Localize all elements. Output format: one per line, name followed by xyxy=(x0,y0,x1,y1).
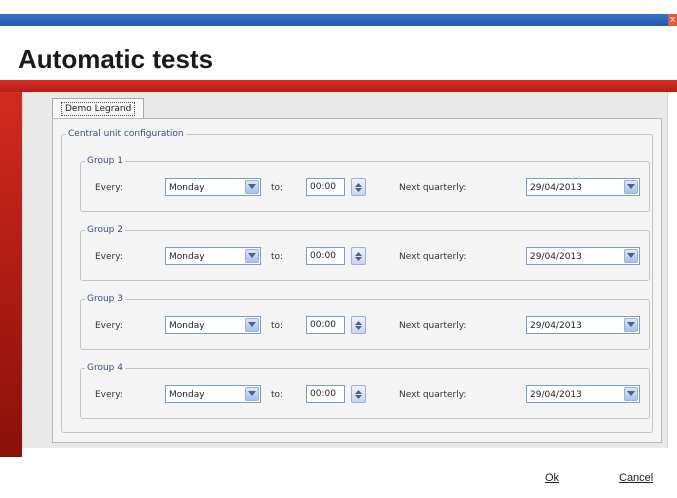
time-spinner[interactable]: 00:00 xyxy=(306,316,366,334)
time-value[interactable]: 00:00 xyxy=(306,247,345,265)
time-value[interactable]: 00:00 xyxy=(306,385,345,403)
chevron-down-icon[interactable] xyxy=(624,249,638,263)
spin-arrows-icon[interactable] xyxy=(351,385,366,403)
central-unit-configuration: Central unit configuration Group 1 Every… xyxy=(61,129,653,433)
spin-arrows-icon[interactable] xyxy=(351,316,366,334)
date-value: 29/04/2013 xyxy=(530,252,582,262)
chevron-down-icon[interactable] xyxy=(624,318,638,332)
day-value: Monday xyxy=(169,183,205,193)
date-value: 29/04/2013 xyxy=(530,390,582,400)
date-value: 29/04/2013 xyxy=(530,183,582,193)
group-3-frame: Group 3 Every: Monday to: 00:00 Next qua… xyxy=(80,294,650,350)
header-accent-band xyxy=(0,80,677,92)
side-accent-band xyxy=(0,92,22,457)
central-unit-legend: Central unit configuration xyxy=(68,129,184,139)
group-1-frame: Group 1 Every: Monday to: 00:00 Next qua… xyxy=(80,156,650,212)
date-select[interactable]: 29/04/2013 xyxy=(526,178,640,196)
group-legend: Group 2 xyxy=(87,225,123,235)
to-label: to: xyxy=(271,183,284,193)
tab-label: Demo Legrand xyxy=(61,102,136,116)
date-value: 29/04/2013 xyxy=(530,321,582,331)
to-label: to: xyxy=(271,390,284,400)
day-value: Monday xyxy=(169,321,205,331)
chevron-down-icon[interactable] xyxy=(245,318,259,332)
ok-button[interactable]: Ok xyxy=(545,472,559,484)
spin-arrows-icon[interactable] xyxy=(351,178,366,196)
to-label: to: xyxy=(271,321,284,331)
every-label: Every: xyxy=(95,183,123,193)
every-label: Every: xyxy=(95,321,123,331)
window-close-button[interactable]: x xyxy=(668,14,677,26)
time-value[interactable]: 00:00 xyxy=(306,316,345,334)
chevron-down-icon[interactable] xyxy=(624,180,638,194)
page-title: Automatic tests xyxy=(18,44,214,74)
day-select[interactable]: Monday xyxy=(165,247,261,265)
tab-panel: Central unit configuration Group 1 Every… xyxy=(52,118,662,443)
next-quarterly-label: Next quarterly: xyxy=(399,390,467,400)
group-legend: Group 4 xyxy=(87,363,123,373)
chevron-down-icon[interactable] xyxy=(624,387,638,401)
content-area: Demo Legrand Central unit configuration … xyxy=(22,92,668,448)
day-select[interactable]: Monday xyxy=(165,385,261,403)
date-select[interactable]: 29/04/2013 xyxy=(526,316,640,334)
chevron-down-icon[interactable] xyxy=(245,180,259,194)
day-value: Monday xyxy=(169,390,205,400)
chevron-down-icon[interactable] xyxy=(245,249,259,263)
spin-arrows-icon[interactable] xyxy=(351,247,366,265)
every-label: Every: xyxy=(95,390,123,400)
cancel-button[interactable]: Cancel xyxy=(619,472,653,484)
time-spinner[interactable]: 00:00 xyxy=(306,247,366,265)
to-label: to: xyxy=(271,252,284,262)
next-quarterly-label: Next quarterly: xyxy=(399,321,467,331)
date-select[interactable]: 29/04/2013 xyxy=(526,385,640,403)
group-4-frame: Group 4 Every: Monday to: 00:00 Next qua… xyxy=(80,363,650,419)
titlebar-strip xyxy=(0,14,677,26)
group-legend: Group 3 xyxy=(87,294,123,304)
day-select[interactable]: Monday xyxy=(165,316,261,334)
day-value: Monday xyxy=(169,252,205,262)
group-2-frame: Group 2 Every: Monday to: 00:00 Next qua… xyxy=(80,225,650,281)
window-titlebar: x xyxy=(0,0,677,34)
next-quarterly-label: Next quarterly: xyxy=(399,252,467,262)
every-label: Every: xyxy=(95,252,123,262)
date-select[interactable]: 29/04/2013 xyxy=(526,247,640,265)
next-quarterly-label: Next quarterly: xyxy=(399,183,467,193)
chevron-down-icon[interactable] xyxy=(245,387,259,401)
time-value[interactable]: 00:00 xyxy=(306,178,345,196)
tab-demo-legrand[interactable]: Demo Legrand xyxy=(52,98,145,119)
time-spinner[interactable]: 00:00 xyxy=(306,385,366,403)
time-spinner[interactable]: 00:00 xyxy=(306,178,366,196)
group-legend: Group 1 xyxy=(87,156,123,166)
day-select[interactable]: Monday xyxy=(165,178,261,196)
